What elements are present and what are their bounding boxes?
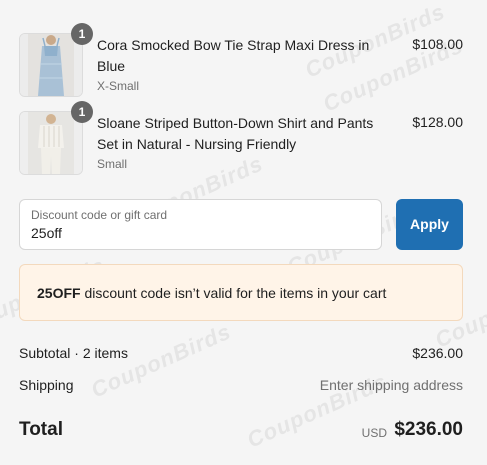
subtotal-value: $236.00 (412, 345, 463, 361)
total-label: Total (19, 419, 63, 440)
striped-shirt-pants-thumbnail-icon (20, 112, 82, 174)
blue-maxi-dress-thumbnail-icon (20, 34, 82, 96)
line-item: 1 Cora Smocked Bow Tie Strap Maxi Dress … (19, 23, 463, 97)
item-price: $128.00 (412, 114, 463, 130)
watermark: CouponBirds (87, 318, 235, 403)
product-thumbnail: 1 (19, 23, 93, 97)
shipping-value: Enter shipping address (319, 377, 463, 393)
item-variant: Small (97, 157, 128, 171)
discount-error-message: 25OFF discount code isn’t valid for the … (37, 285, 386, 301)
item-price: $108.00 (412, 36, 463, 52)
discount-code-label: Discount code or gift card (31, 208, 168, 222)
total-currency: USD (361, 426, 387, 440)
shipping-label: Shipping (19, 377, 74, 393)
item-title: Sloane Striped Button-Down Shirt and Pan… (97, 115, 374, 152)
quantity-badge: 1 (71, 23, 93, 45)
discount-error-banner: 25OFF discount code isn’t valid for the … (19, 264, 463, 321)
discount-code-input[interactable]: 25off (31, 225, 62, 241)
subtotal-label: Subtotal · 2 items (19, 345, 128, 361)
discount-error-code: 25OFF (37, 285, 81, 301)
quantity-badge: 1 (71, 101, 93, 123)
product-thumbnail: 1 (19, 101, 93, 175)
line-item: 1 Sloane Striped Button-Down Shirt and P… (19, 101, 463, 175)
item-title: Cora Smocked Bow Tie Strap Maxi Dress in… (97, 37, 370, 74)
discount-code-field[interactable]: Discount code or gift card 25off (19, 199, 382, 250)
total-value: $236.00 (394, 419, 463, 440)
apply-discount-button[interactable]: Apply (396, 199, 463, 250)
item-variant: X-Small (97, 79, 140, 93)
discount-error-text: discount code isn’t valid for the items … (80, 285, 387, 301)
